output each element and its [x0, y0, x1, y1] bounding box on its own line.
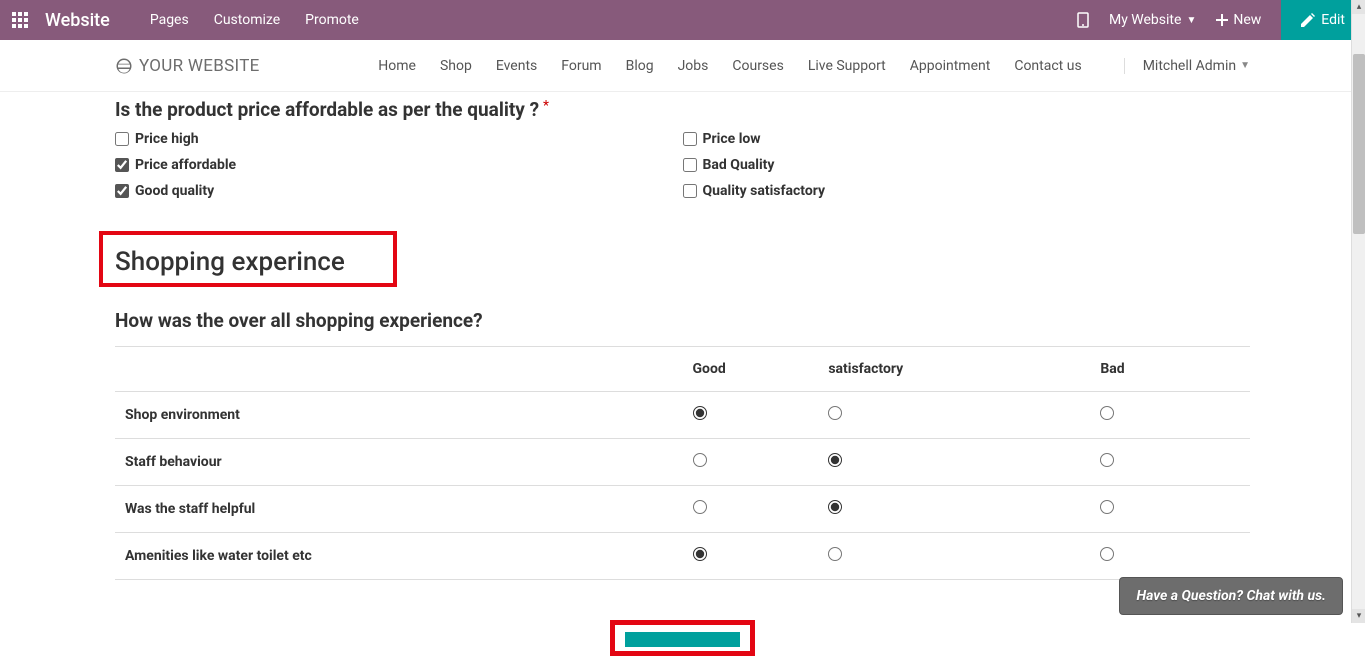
matrix-radio[interactable]: [828, 406, 842, 420]
nav-home[interactable]: Home: [378, 58, 416, 74]
check-label: Price low: [703, 131, 761, 147]
row-label: Was the staff helpful: [115, 486, 683, 533]
matrix-row: Amenities like water toilet etc: [115, 533, 1250, 580]
scroll-thumb[interactable]: [1353, 54, 1365, 234]
check-option[interactable]: Price high: [115, 131, 683, 147]
matrix-row: Was the staff helpful: [115, 486, 1250, 533]
check-option[interactable]: Price affordable: [115, 157, 683, 173]
highlight-submit-box: [610, 620, 755, 656]
matrix-radio[interactable]: [828, 453, 842, 467]
site-name: YOUR WEBSITE: [139, 56, 260, 76]
top-menu: Pages Customize Promote: [150, 12, 1077, 28]
price-question-title: Is the product price affordable as per t…: [115, 98, 1250, 121]
nav-jobs[interactable]: Jobs: [678, 58, 709, 74]
checkbox[interactable]: [683, 158, 697, 172]
nav-appointment[interactable]: Appointment: [910, 58, 991, 74]
section-title: Shopping experince: [115, 247, 345, 277]
col-good: Good: [683, 347, 819, 392]
user-menu[interactable]: Mitchell Admin ▼: [1124, 58, 1250, 74]
nav-forum[interactable]: Forum: [561, 58, 601, 74]
matrix-radio[interactable]: [828, 500, 842, 514]
col-bad: Bad: [1060, 347, 1250, 392]
matrix-radio[interactable]: [693, 547, 707, 561]
check-label: Price high: [135, 131, 199, 147]
check-label: Bad Quality: [703, 157, 775, 173]
nav-live-support[interactable]: Live Support: [808, 58, 886, 74]
matrix-radio[interactable]: [1100, 500, 1114, 514]
check-option[interactable]: Quality satisfactory: [683, 183, 1251, 199]
matrix-radio[interactable]: [693, 500, 707, 514]
matrix-radio[interactable]: [828, 547, 842, 561]
check-label: Price affordable: [135, 157, 236, 173]
site-logo[interactable]: YOUR WEBSITE: [115, 56, 260, 76]
apps-icon[interactable]: [10, 10, 30, 30]
matrix-radio[interactable]: [693, 453, 707, 467]
user-name: Mitchell Admin: [1143, 58, 1236, 74]
new-label: New: [1233, 12, 1261, 28]
matrix-radio[interactable]: [1100, 406, 1114, 420]
caret-down-icon: ▼: [1240, 60, 1250, 71]
check-label: Good quality: [135, 183, 214, 199]
checkbox[interactable]: [683, 132, 697, 146]
checkbox[interactable]: [115, 132, 129, 146]
survey-content: Is the product price affordable as per t…: [0, 98, 1365, 656]
checkbox[interactable]: [115, 184, 129, 198]
checkbox[interactable]: [683, 184, 697, 198]
chat-widget[interactable]: Have a Question? Chat with us.: [1119, 577, 1343, 615]
matrix-row: Shop environment: [115, 392, 1250, 439]
scrollbar[interactable]: ▴ ▾: [1351, 0, 1365, 623]
check-option[interactable]: Price low: [683, 131, 1251, 147]
scroll-down-icon[interactable]: ▾: [1352, 609, 1365, 623]
scroll-up-icon[interactable]: ▴: [1352, 0, 1365, 14]
col-satisfactory: satisfactory: [818, 347, 1060, 392]
my-website-dropdown[interactable]: My Website ▼: [1109, 12, 1196, 28]
menu-pages[interactable]: Pages: [150, 12, 189, 28]
menu-customize[interactable]: Customize: [214, 12, 280, 28]
check-label: Quality satisfactory: [703, 183, 826, 199]
top-nav: Website Pages Customize Promote My Websi…: [0, 0, 1365, 40]
submit-button[interactable]: [625, 632, 740, 647]
checkbox[interactable]: [115, 158, 129, 172]
nav-courses[interactable]: Courses: [732, 58, 783, 74]
highlight-section-box: Shopping experince: [99, 231, 397, 287]
row-label: Amenities like water toilet etc: [115, 533, 683, 580]
row-label: Staff behaviour: [115, 439, 683, 486]
nav-blog[interactable]: Blog: [626, 58, 654, 74]
mobile-preview-icon[interactable]: [1077, 12, 1089, 28]
new-button[interactable]: New: [1216, 12, 1261, 28]
nav-shop[interactable]: Shop: [440, 58, 472, 74]
matrix-radio[interactable]: [1100, 453, 1114, 467]
matrix-radio[interactable]: [1100, 547, 1114, 561]
check-option[interactable]: Bad Quality: [683, 157, 1251, 173]
nav-events[interactable]: Events: [496, 58, 537, 74]
matrix-row: Staff behaviour: [115, 439, 1250, 486]
row-label: Shop environment: [115, 392, 683, 439]
required-star-icon: *: [543, 98, 549, 114]
edit-label: Edit: [1321, 12, 1345, 28]
matrix-question: How was the over all shopping experience…: [115, 309, 1250, 342]
caret-down-icon: ▼: [1186, 15, 1196, 26]
menu-promote[interactable]: Promote: [305, 12, 359, 28]
my-website-label: My Website: [1109, 12, 1181, 28]
experience-matrix: Good satisfactory Bad Shop environmentSt…: [115, 346, 1250, 580]
site-nav: YOUR WEBSITE Home Shop Events Forum Blog…: [0, 40, 1365, 92]
matrix-radio[interactable]: [693, 406, 707, 420]
brand-label: Website: [45, 10, 110, 31]
nav-contact-us[interactable]: Contact us: [1014, 58, 1081, 74]
check-option[interactable]: Good quality: [115, 183, 683, 199]
